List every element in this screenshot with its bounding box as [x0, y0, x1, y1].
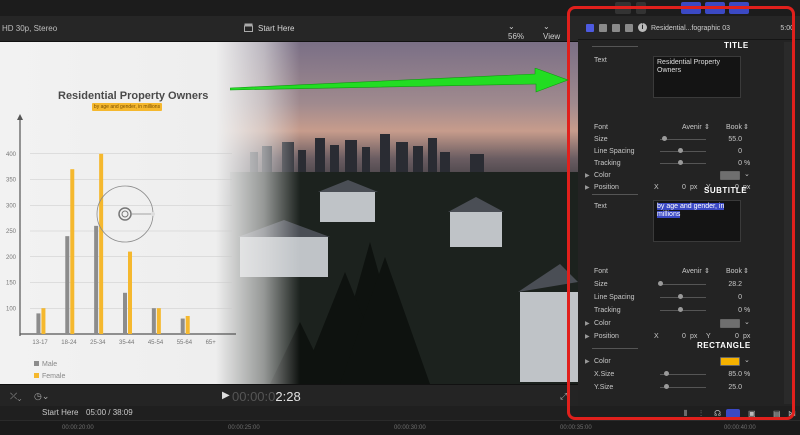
app-window: HD 30p, Stereo Start Here 56% ⌄ View ⌄ R…: [0, 0, 800, 435]
bar-female: [185, 315, 190, 334]
highlight-box: [567, 6, 795, 420]
onscreen-transform-control[interactable]: [95, 182, 165, 252]
zoom-dropdown[interactable]: 56% ⌄: [508, 22, 524, 41]
x-tick-label: 35-44: [119, 340, 135, 346]
view-label: View: [543, 32, 561, 41]
chevron-down-icon: ⌄: [508, 22, 515, 31]
transform-tool-icon[interactable]: ⤫⌄: [10, 391, 21, 402]
y-tick-label: 400: [6, 152, 17, 158]
pointer-arrow: [230, 68, 569, 93]
speed-tool-icon[interactable]: ◷⌄: [34, 391, 49, 402]
y-axis-arrow: [17, 114, 23, 120]
viewer-title: Start Here: [258, 24, 295, 33]
legend-label: Female: [42, 373, 65, 380]
x-tick-label: 18-24: [61, 340, 77, 346]
bar-male: [180, 318, 185, 334]
bar-male: [123, 292, 127, 334]
timeline-ruler[interactable]: 00:00:20:00 00:00:25:00 00:00:30:00 00:0…: [0, 420, 800, 435]
timeline-project-name: Start Here: [42, 408, 79, 417]
legend-swatch: [34, 373, 39, 378]
clapper-icon: [244, 23, 253, 34]
y-tick-label: 350: [6, 178, 17, 184]
format-label: HD 30p, Stereo: [2, 24, 58, 33]
ruler-mark: 00:00:40:00: [724, 425, 756, 431]
bar-female: [41, 308, 46, 334]
ruler-mark: 00:00:30:00: [394, 425, 426, 431]
ruler-mark: 00:00:20:00: [62, 425, 94, 431]
bar-female: [156, 308, 161, 334]
infographic-subtitle: by age and gender, in millions: [92, 103, 162, 111]
zoom-value: 56%: [508, 32, 525, 41]
x-tick-label: 55-64: [177, 340, 193, 346]
timecode-prefix: 00:00:0: [232, 389, 276, 404]
transport-bar: ⤫⌄ ◷⌄ ▶ 00:00:02:28 ⤢: [0, 384, 578, 406]
ruler-mark: 00:00:35:00: [560, 425, 592, 431]
bar-male: [151, 308, 156, 334]
y-tick-label: 200: [6, 255, 17, 261]
ruler-mark: 00:00:25:00: [228, 425, 260, 431]
play-icon[interactable]: ▶: [222, 390, 230, 401]
bar-male: [36, 313, 41, 334]
timecode-value: 2:28: [275, 389, 301, 404]
bar-female: [70, 169, 75, 334]
legend-label: Male: [42, 361, 57, 368]
infographic-title: Residential Property Owners: [58, 90, 209, 102]
x-tick-label: 25-34: [90, 340, 106, 346]
x-tick-label: 13-17: [32, 340, 48, 346]
bar-female: [128, 251, 132, 334]
x-tick-label: 45-54: [148, 340, 164, 346]
legend-swatch: [34, 361, 39, 366]
bar-male: [65, 236, 70, 334]
view-menu[interactable]: View ⌄: [543, 22, 560, 41]
y-tick-label: 250: [6, 229, 17, 235]
x-tick-label: 65+: [206, 340, 217, 346]
y-tick-label: 100: [6, 306, 17, 312]
timeline-position: 05:00 / 38:09: [86, 408, 133, 417]
y-tick-label: 300: [6, 203, 17, 209]
viewer-header: HD 30p, Stereo Start Here 56% ⌄ View ⌄: [0, 16, 578, 42]
chevron-down-icon: ⌄: [543, 22, 550, 31]
timecode-display: 00:00:02:28: [232, 389, 301, 404]
y-tick-label: 150: [6, 281, 17, 287]
